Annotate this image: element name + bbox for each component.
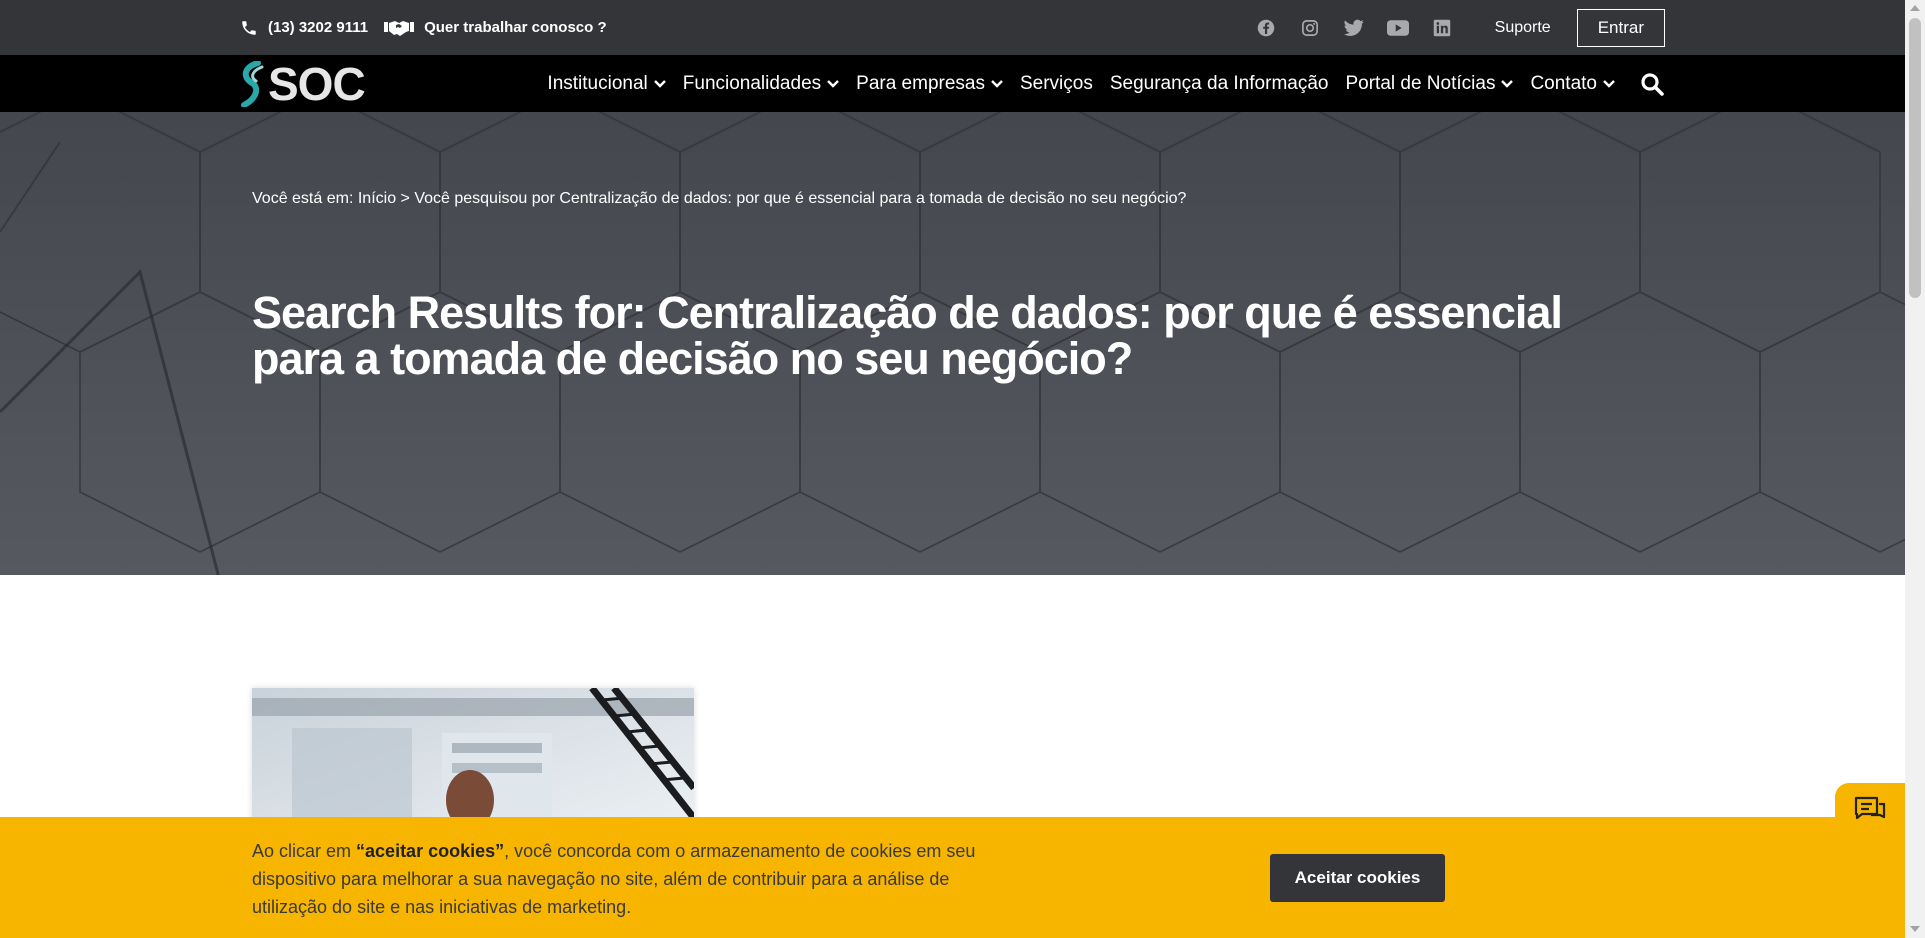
nav-item-para-empresas[interactable]: Para empresas <box>856 73 1003 95</box>
breadcrumb: Você está em: Início > Você pesquisou po… <box>252 190 1186 208</box>
search-button[interactable] <box>1639 71 1665 97</box>
accept-cookies-button[interactable]: Aceitar cookies <box>1270 854 1445 902</box>
soc-logo[interactable]: SOC <box>240 55 366 112</box>
nav-item-label: Institucional <box>547 72 648 94</box>
nav-item-label: Contato <box>1530 72 1597 94</box>
facebook-icon[interactable] <box>1255 17 1277 39</box>
breadcrumb-separator: > <box>396 190 415 207</box>
breadcrumb-prefix: Você está em: <box>252 190 358 207</box>
nav-item-seguranca[interactable]: Segurança da Informação <box>1110 73 1329 95</box>
breadcrumb-current: Você pesquisou por Centralização de dado… <box>414 190 1187 207</box>
nav-item-label: Funcionalidades <box>682 72 822 94</box>
chevron-down-icon <box>827 79 839 88</box>
support-link[interactable]: Suporte <box>1495 19 1551 37</box>
page-scrollbar[interactable] <box>1905 0 1925 938</box>
nav-item-contato[interactable]: Contato <box>1530 73 1615 95</box>
instagram-icon[interactable] <box>1299 17 1321 39</box>
scrollbar-thumb[interactable] <box>1909 18 1921 298</box>
nav-item-institucional[interactable]: Institucional <box>547 72 666 95</box>
cookie-message: Ao clicar em “aceitar cookies”, você con… <box>252 837 1012 921</box>
soc-logo-mark <box>241 60 264 107</box>
phone-number: (13) 3202 9111 <box>268 19 369 36</box>
careers-label: Quer trabalhar conosco ? <box>424 19 607 36</box>
page-title: Search Results for: Centralização de dad… <box>252 287 1563 384</box>
handshake-icon <box>384 20 415 36</box>
top-bar: (13) 3202 9111 Quer trabalhar conosco ? … <box>0 0 1905 55</box>
nav-item-funcionalidades[interactable]: Funcionalidades <box>683 73 839 95</box>
nav-menu: Institucional Funcionalidades Para empre… <box>530 73 1615 95</box>
chevron-down-icon <box>1603 79 1615 88</box>
hero-banner: Você está em: Início > Você pesquisou po… <box>0 112 1905 575</box>
phone-contact[interactable]: (13) 3202 9111 <box>240 19 368 37</box>
search-icon <box>1641 72 1664 96</box>
breadcrumb-home-link[interactable]: Início <box>358 190 396 207</box>
nav-item-servicos[interactable]: Serviços <box>1020 73 1093 95</box>
chat-icon <box>1854 796 1886 820</box>
chevron-down-icon <box>1501 79 1514 88</box>
nav-item-portal-noticias[interactable]: Portal de Notícias <box>1345 72 1514 95</box>
nav-item-label: Para empresas <box>856 72 985 94</box>
login-button[interactable]: Entrar <box>1576 8 1665 47</box>
scroll-down-arrow-icon[interactable] <box>1910 926 1920 932</box>
cookie-text-before: Ao clicar em <box>252 841 357 861</box>
cookie-banner: Ao clicar em “aceitar cookies”, você con… <box>0 817 1905 938</box>
phone-icon <box>242 20 256 35</box>
chevron-down-icon <box>991 79 1003 88</box>
main-navigation: SOC Institucional Funcionalidades Para e… <box>0 55 1905 112</box>
scroll-up-arrow-icon[interactable] <box>1910 5 1920 11</box>
chat-widget-button[interactable] <box>1835 783 1905 838</box>
cookie-text-bold: “aceitar cookies” <box>356 841 505 861</box>
linkedin-icon[interactable] <box>1431 17 1453 39</box>
youtube-icon[interactable] <box>1386 17 1409 39</box>
logo-text: SOC <box>268 57 366 110</box>
chevron-down-icon <box>653 79 666 88</box>
nav-item-label: Serviços <box>1019 72 1093 94</box>
careers-link[interactable]: Quer trabalhar conosco ? <box>384 19 607 37</box>
nav-item-label: Portal de Notícias <box>1345 72 1496 94</box>
twitter-icon[interactable] <box>1343 17 1365 39</box>
nav-item-label: Segurança da Informação <box>1109 72 1329 94</box>
